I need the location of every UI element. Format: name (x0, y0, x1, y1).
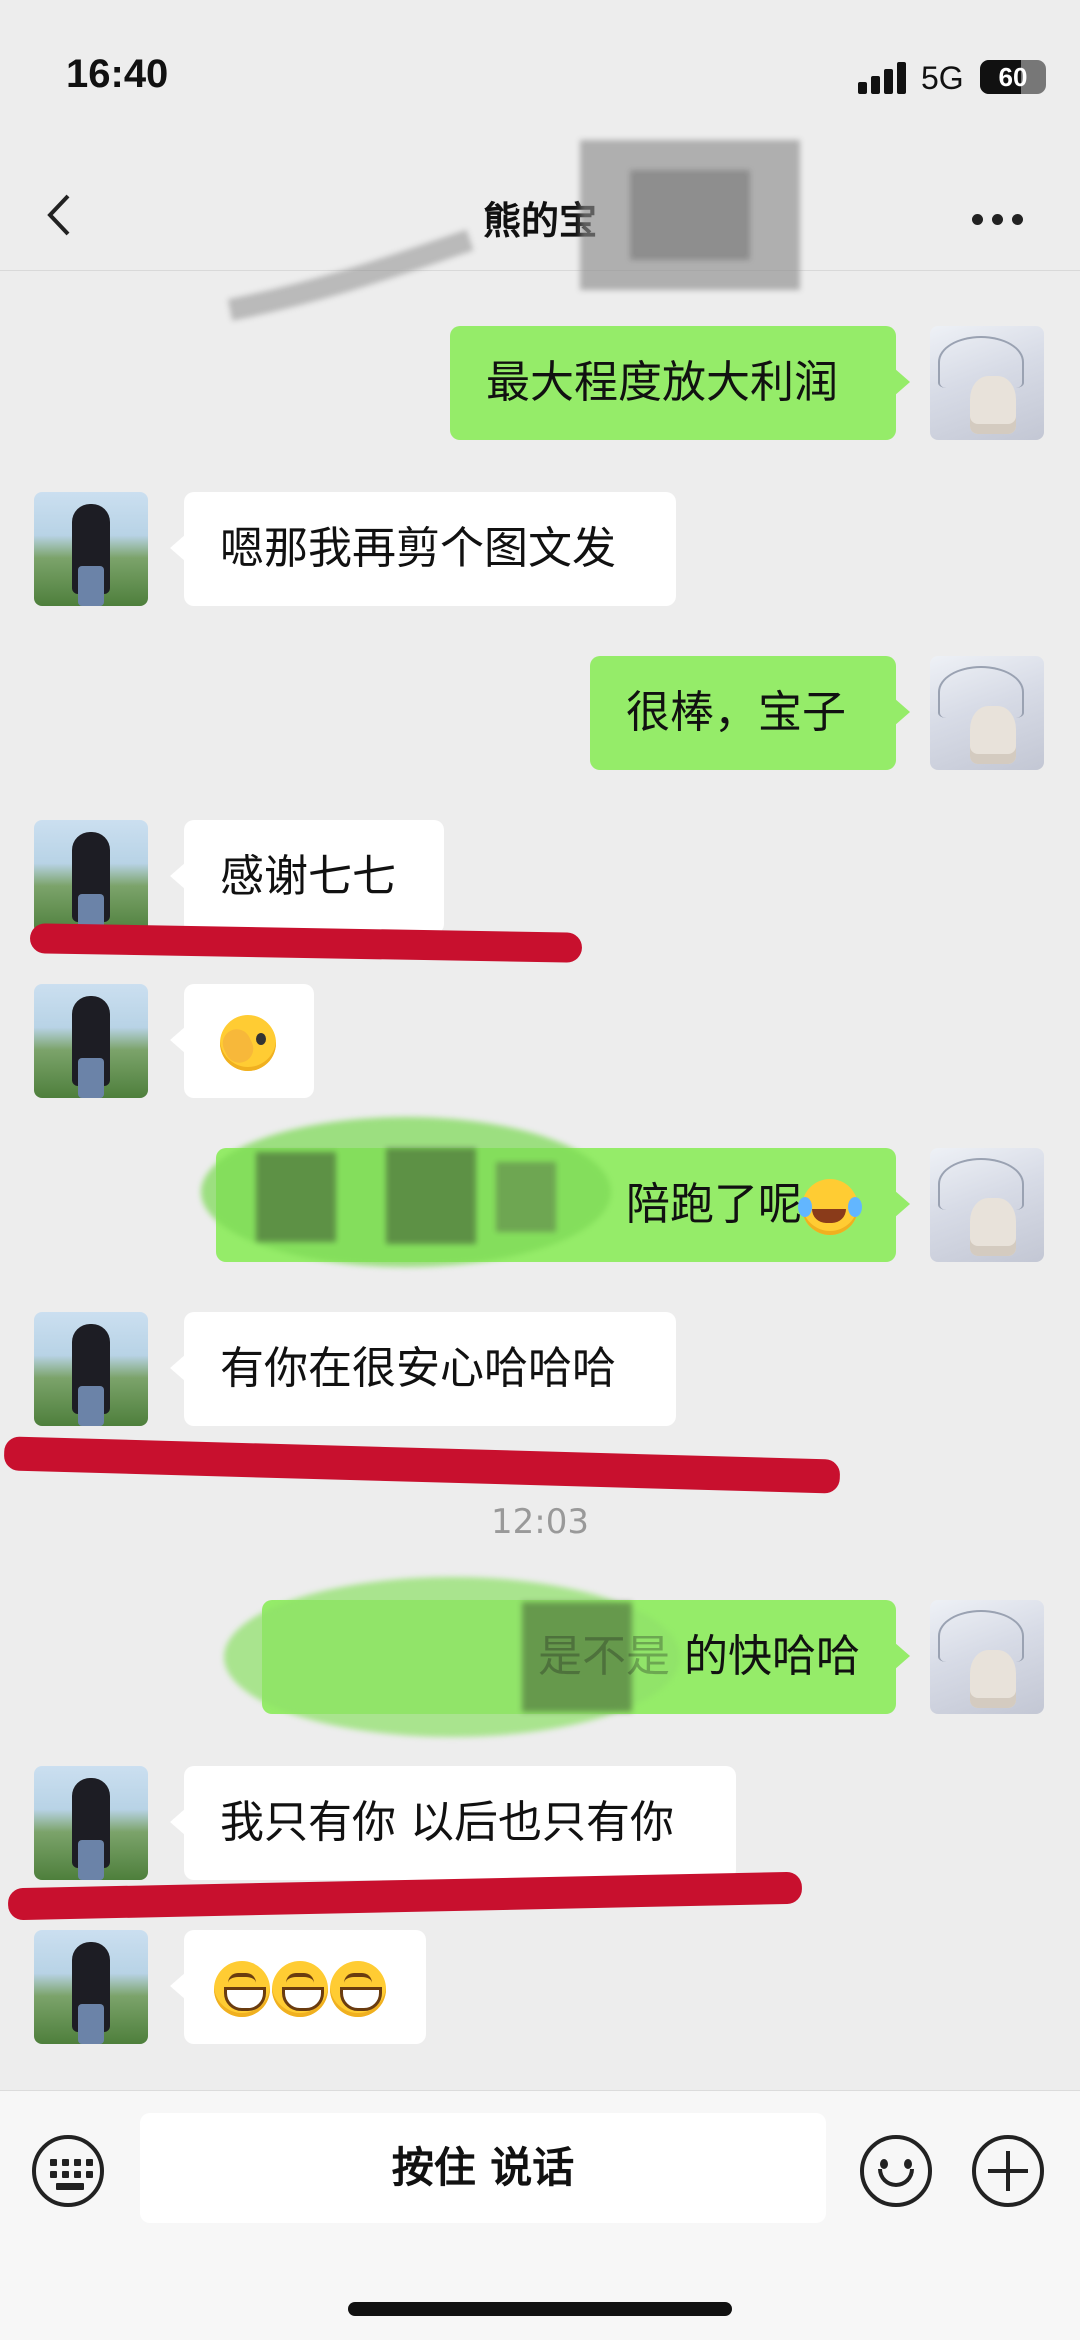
status-bar: 16:40 5G 60 (0, 0, 1080, 150)
avatar-self[interactable] (930, 1600, 1044, 1714)
more-dots-icon[interactable] (972, 210, 1032, 230)
avatar-contact[interactable] (34, 492, 148, 606)
avatar-contact[interactable] (34, 1930, 148, 2044)
chat-timestamp: 12:03 (491, 1502, 589, 1542)
avatar-self[interactable] (930, 656, 1044, 770)
annotation-underline (3, 1436, 841, 1494)
avatar-contact[interactable] (34, 820, 148, 934)
grin-emoji (330, 1961, 386, 2017)
grin-emoji (272, 1961, 328, 2017)
battery-level: 60 (998, 62, 1028, 92)
grin-emoji (214, 1961, 270, 2017)
network-label: 5G (921, 60, 964, 96)
avatar-self[interactable] (930, 1148, 1044, 1262)
smile-icon[interactable] (860, 2135, 932, 2207)
hold-to-talk-button[interactable]: 按住 说话 (140, 2113, 826, 2223)
message-bubble-incoming[interactable]: 嗯那我再剪个图文发 (170, 492, 676, 606)
battery-icon: 60 (980, 60, 1046, 94)
message-bubble-outgoing[interactable]: 很棒，宝子 (590, 656, 910, 770)
message-bubble-outgoing[interactable]: 最大程度放大利润 (450, 326, 910, 440)
message-bubble-incoming[interactable]: 感谢七七 (170, 820, 444, 934)
plus-icon[interactable] (972, 2135, 1044, 2207)
redaction-scribble (210, 140, 850, 330)
home-indicator[interactable] (348, 2302, 732, 2316)
redaction-scribble (222, 1572, 692, 1742)
avatar-self[interactable] (930, 326, 1044, 440)
avatar-contact[interactable] (34, 1766, 148, 1880)
signal-icon (858, 60, 908, 94)
message-bubble-incoming[interactable]: 我只有你 以后也只有你 (170, 1766, 736, 1880)
message-bubble-incoming[interactable] (170, 984, 314, 1098)
avatar-contact[interactable] (34, 984, 148, 1098)
avatar-contact[interactable] (34, 1312, 148, 1426)
keyboard-icon[interactable] (32, 2135, 104, 2207)
status-time: 16:40 (66, 52, 169, 96)
facepalm-emoji (220, 1015, 276, 1071)
annotation-underline (29, 923, 583, 963)
message-bubble-incoming[interactable] (170, 1930, 426, 2044)
message-text: 陪跑了呢 (626, 1179, 802, 1230)
message-bubble-incoming[interactable]: 有你在很安心哈哈哈 (170, 1312, 676, 1426)
laugh-cry-emoji (798, 1179, 858, 1235)
redaction-scribble (196, 1112, 616, 1272)
